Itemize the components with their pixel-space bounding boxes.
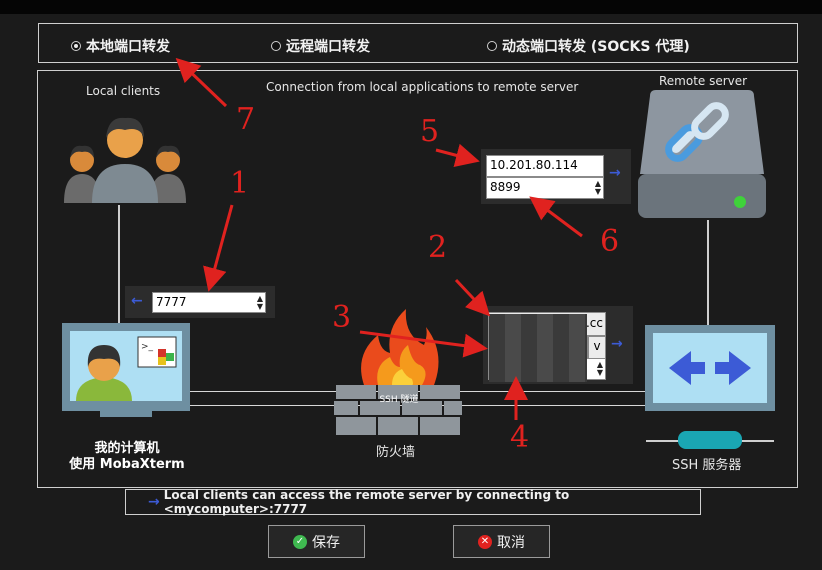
save-button-label: 保存	[312, 534, 340, 551]
cancel-button[interactable]: ✕ 取消	[453, 525, 550, 558]
annotation-5: 5	[420, 114, 440, 149]
annotation-7: 7	[236, 102, 256, 137]
annotation-6: 6	[600, 224, 620, 259]
annotation-4: 4	[510, 420, 530, 455]
info-bar: → Local clients can access the remote se…	[125, 488, 701, 516]
info-text: Local clients can access the remote serv…	[163, 488, 570, 516]
close-icon: ✕	[478, 534, 492, 549]
annotation-3: 3	[332, 300, 352, 335]
check-icon: ✓	[293, 534, 307, 549]
arrow-right-icon: →	[148, 494, 160, 510]
annotation-1: 1	[230, 166, 250, 201]
annotation-arrows	[175, 57, 583, 420]
save-button[interactable]: ✓ 保存	[268, 525, 365, 558]
cancel-button-label: 取消	[497, 534, 525, 551]
annotation-2: 2	[428, 230, 448, 265]
